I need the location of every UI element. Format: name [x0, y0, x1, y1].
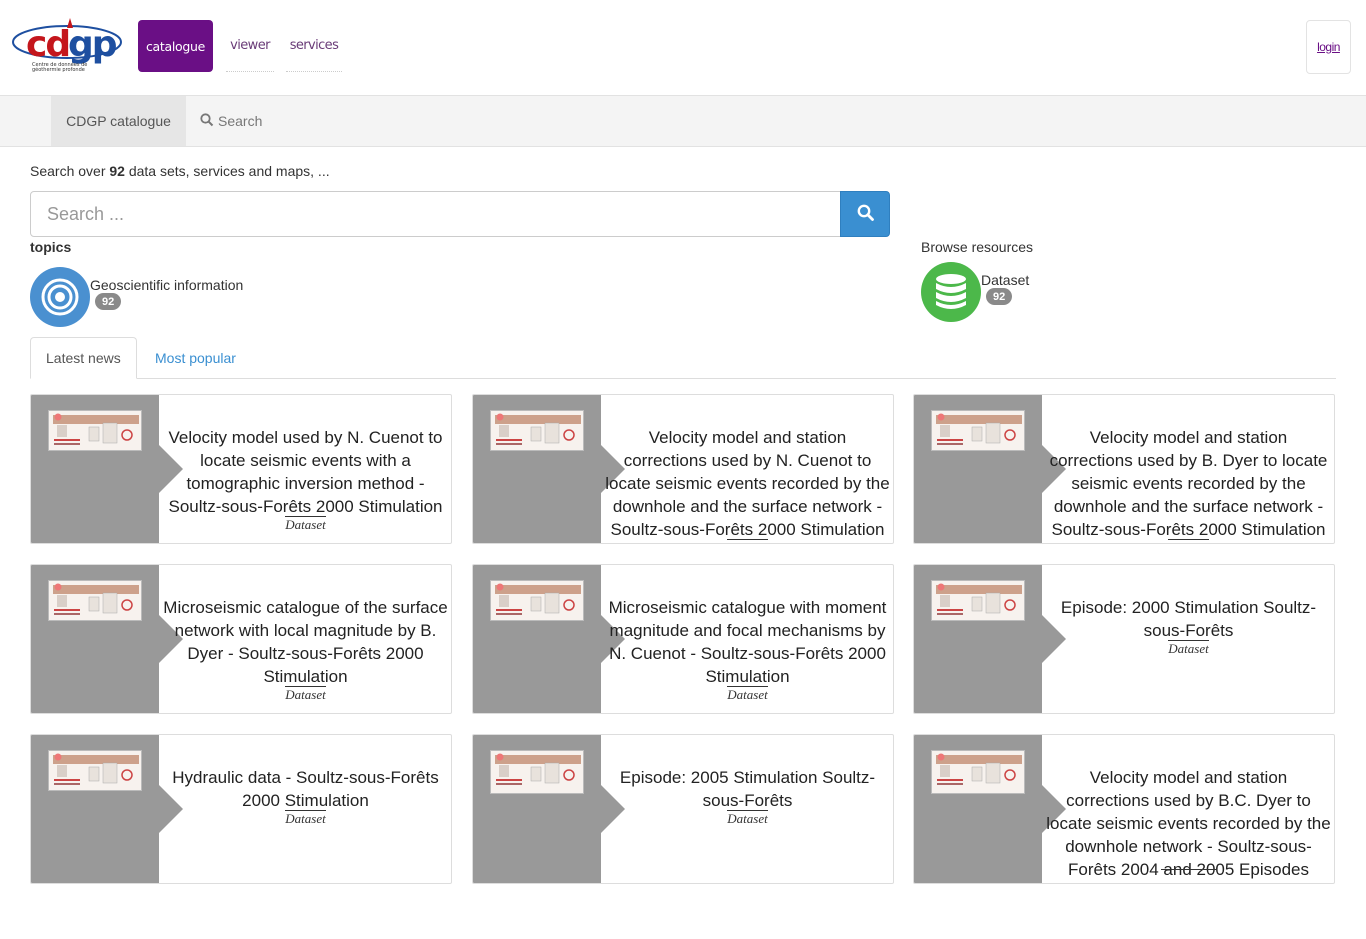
dataset-card[interactable]: Episode: 2000 Stimulation Soultz-sous-Fo… — [913, 564, 1335, 714]
card-title-link[interactable]: Velocity model used by N. Cuenot to loca… — [163, 426, 448, 518]
search-summary: Search over 92 data sets, services and m… — [30, 163, 330, 179]
card-thumbnail-image[interactable] — [931, 410, 1025, 451]
card-title-link[interactable]: Hydraulic data - Soultz-sous-Forêts 2000… — [163, 766, 448, 812]
dataset-card[interactable]: Hydraulic data - Soultz-sous-Forêts 2000… — [30, 734, 452, 884]
card-thumbnail-image[interactable] — [490, 580, 584, 621]
card-title-link[interactable]: Episode: 2005 Stimulation Soultz-sous-Fo… — [605, 766, 890, 812]
card-resource-type: Dataset — [285, 686, 326, 702]
subbar-search-label: Search — [218, 113, 263, 129]
nav-viewer[interactable]: viewer — [226, 20, 274, 72]
tab-most-popular[interactable]: Most popular — [140, 337, 251, 379]
dataset-card[interactable]: Velocity model used by N. Cuenot to loca… — [30, 394, 452, 544]
card-thumbnail-image[interactable] — [48, 410, 142, 451]
tab-latest-news[interactable]: Latest news — [30, 337, 137, 379]
dataset-card[interactable]: Episode: 2005 Stimulation Soultz-sous-Fo… — [472, 734, 894, 884]
dataset-card[interactable]: Velocity model and station corrections u… — [913, 394, 1335, 544]
top-navbar: cd gp Centre de données de géothermie pr… — [0, 0, 1366, 95]
card-resource-type: Dataset — [727, 686, 768, 702]
card-thumbnail-image[interactable] — [490, 750, 584, 794]
catalogue-subbar: CDGP catalogue Search — [0, 95, 1366, 147]
card-text-block: Hydraulic data - Soultz-sous-Forêts 2000… — [159, 735, 451, 883]
subbar-search-link[interactable]: Search — [200, 96, 262, 146]
card-text-block: Episode: 2005 Stimulation Soultz-sous-Fo… — [601, 735, 893, 883]
card-title-link[interactable]: Velocity model and station corrections u… — [1046, 766, 1331, 881]
card-text-block: Episode: 2000 Stimulation Soultz-sous-Fo… — [1042, 565, 1334, 713]
resource-count-badge: 92 — [986, 288, 1013, 305]
topics-heading: topics — [30, 239, 72, 255]
topic-link-geoscientific[interactable]: Geoscientific information — [90, 277, 243, 293]
topic-count-badge: 92 — [95, 293, 122, 310]
svg-text:géothermie profonde: géothermie profonde — [32, 66, 85, 72]
cdgp-logo[interactable]: cd gp Centre de données de géothermie pr… — [10, 18, 124, 73]
nav-services[interactable]: services — [286, 20, 342, 72]
catalogue-brand-link[interactable]: CDGP catalogue — [51, 96, 186, 146]
card-title-link[interactable]: Velocity model and station corrections u… — [605, 426, 890, 541]
card-resource-type: Dataset — [285, 810, 326, 826]
card-thumbnail-image[interactable] — [48, 580, 142, 621]
card-text-block: Velocity model used by N. Cuenot to loca… — [159, 395, 451, 543]
search-input[interactable] — [30, 191, 841, 237]
card-resource-type: Dataset — [727, 810, 768, 826]
card-title-link[interactable]: Microseismic catalogue of the surface ne… — [163, 596, 448, 688]
nav-catalogue[interactable]: catalogue — [138, 20, 213, 72]
svg-text:gp: gp — [68, 24, 117, 65]
search-icon — [200, 112, 214, 130]
card-title-link[interactable]: Velocity model and station corrections u… — [1046, 426, 1331, 541]
card-text-block: Microseismic catalogue of the surface ne… — [159, 565, 451, 713]
dataset-card[interactable]: Microseismic catalogue with moment magni… — [472, 564, 894, 714]
card-thumbnail-image[interactable] — [931, 750, 1025, 794]
dataset-card[interactable]: Velocity model and station corrections u… — [913, 734, 1335, 884]
card-thumbnail-image[interactable] — [490, 410, 584, 451]
card-title-link[interactable]: Episode: 2000 Stimulation Soultz-sous-Fo… — [1046, 596, 1331, 642]
card-resource-type: Dataset — [1168, 539, 1209, 543]
browse-heading: Browse resources — [921, 239, 1034, 255]
card-text-block: Velocity model and station corrections u… — [1042, 735, 1334, 883]
card-thumbnail-image[interactable] — [48, 750, 142, 791]
search-button[interactable] — [840, 191, 890, 237]
search-summary-suffix: data sets, services and maps, ... — [128, 163, 330, 179]
login-button[interactable]: login — [1306, 20, 1351, 74]
resource-link-dataset[interactable]: Dataset — [981, 272, 1029, 288]
card-text-block: Velocity model and station corrections u… — [601, 395, 893, 543]
dataset-card[interactable]: Microseismic catalogue of the surface ne… — [30, 564, 452, 714]
news-tabs: Latest news Most popular — [30, 337, 1336, 379]
database-icon[interactable] — [921, 262, 981, 322]
card-title-link[interactable]: Microseismic catalogue with moment magni… — [605, 596, 890, 688]
search-icon — [857, 204, 874, 224]
card-resource-type: Dataset — [285, 516, 326, 532]
dataset-card[interactable]: Velocity model and station corrections u… — [472, 394, 894, 544]
card-resource-type: Dataset — [1168, 640, 1209, 656]
card-type-divider — [1160, 869, 1217, 870]
search-summary-prefix: Search over — [30, 163, 106, 179]
search-summary-count: 92 — [109, 163, 125, 179]
target-icon[interactable] — [30, 267, 90, 327]
svg-text:cd: cd — [26, 24, 69, 65]
card-text-block: Velocity model and station corrections u… — [1042, 395, 1334, 543]
card-resource-type: Dataset — [727, 539, 768, 543]
card-text-block: Microseismic catalogue with moment magni… — [601, 565, 893, 713]
card-thumbnail-image[interactable] — [931, 580, 1025, 621]
